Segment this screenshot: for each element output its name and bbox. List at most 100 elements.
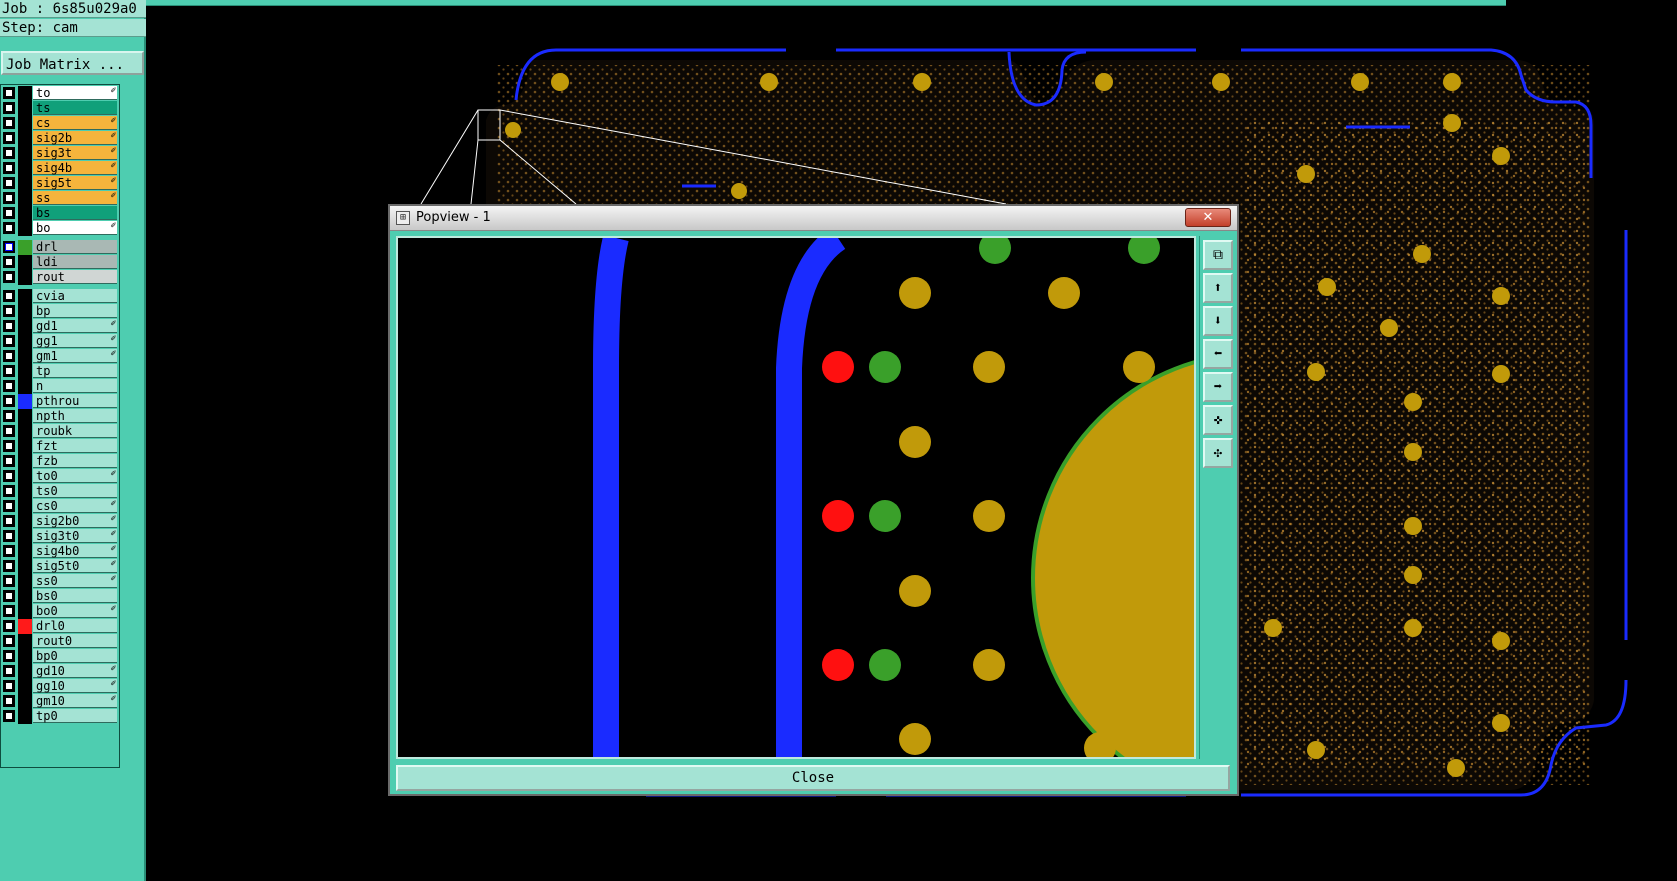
- layer-checkbox[interactable]: [3, 380, 15, 392]
- layer-checkbox[interactable]: [3, 650, 15, 662]
- layer-name[interactable]: bp0: [33, 649, 117, 663]
- layer-name[interactable]: fzt: [33, 439, 117, 453]
- layer-name[interactable]: ts: [33, 101, 117, 115]
- layer-checkbox[interactable]: [3, 575, 15, 587]
- layer-name[interactable]: sig2b0: [33, 514, 117, 528]
- layer-checkbox[interactable]: [3, 162, 15, 174]
- layer-checkbox[interactable]: [3, 290, 15, 302]
- layer-name[interactable]: roubk: [33, 424, 117, 438]
- layer-checkbox[interactable]: [3, 256, 15, 268]
- layer-checkbox[interactable]: [3, 192, 15, 204]
- layer-checkbox[interactable]: [3, 530, 15, 542]
- layer-row-rout0[interactable]: rout0: [2, 634, 118, 649]
- layer-name[interactable]: bo: [33, 221, 117, 235]
- layer-checkbox[interactable]: [3, 320, 15, 332]
- layer-checkbox[interactable]: [3, 395, 15, 407]
- layer-checkbox[interactable]: [3, 305, 15, 317]
- layer-name[interactable]: gg10: [33, 679, 117, 693]
- layer-checkbox[interactable]: [3, 455, 15, 467]
- layer-row-ss0[interactable]: ss0 ✐: [2, 574, 118, 589]
- layer-name[interactable]: sig5t: [33, 176, 117, 190]
- layer-checkbox[interactable]: [3, 485, 15, 497]
- zoom-in-icon[interactable]: ✜: [1203, 405, 1233, 435]
- layer-row-bs[interactable]: bs: [2, 206, 118, 221]
- layer-row-gm1[interactable]: gm1 ✐: [2, 349, 118, 364]
- layer-name[interactable]: to0: [33, 469, 117, 483]
- layer-row-tp[interactable]: tp: [2, 364, 118, 379]
- layer-name[interactable]: sig2b: [33, 131, 117, 145]
- layer-row-rout[interactable]: rout: [2, 270, 118, 285]
- popview-canvas[interactable]: [396, 236, 1196, 759]
- layer-row-tp0[interactable]: tp0: [2, 709, 118, 724]
- layer-checkbox[interactable]: [3, 177, 15, 189]
- layer-name[interactable]: sig5t0: [33, 559, 117, 573]
- layer-checkbox[interactable]: [3, 680, 15, 692]
- layer-row-ts[interactable]: ts: [2, 101, 118, 116]
- zoom-window-icon[interactable]: ⧉: [1203, 240, 1233, 270]
- layer-name[interactable]: bs0: [33, 589, 117, 603]
- layer-name[interactable]: n: [33, 379, 117, 393]
- layer-row-bs0[interactable]: bs0: [2, 589, 118, 604]
- layer-row-fzb[interactable]: fzb: [2, 454, 118, 469]
- layer-name[interactable]: ts0: [33, 484, 117, 498]
- layer-name[interactable]: pthrou: [33, 394, 117, 408]
- layer-name[interactable]: rout: [33, 270, 117, 284]
- layer-name[interactable]: drl0: [33, 619, 117, 633]
- layer-row-sig2b0[interactable]: sig2b0 ✐: [2, 514, 118, 529]
- layer-checkbox[interactable]: [3, 207, 15, 219]
- layer-checkbox[interactable]: [3, 271, 15, 283]
- layer-row-sig3t0[interactable]: sig3t0 ✐: [2, 529, 118, 544]
- layer-row-gg10[interactable]: gg10 ✐: [2, 679, 118, 694]
- layer-checkbox[interactable]: [3, 117, 15, 129]
- layer-name[interactable]: ss: [33, 191, 117, 205]
- layer-name[interactable]: drl: [33, 240, 117, 254]
- layer-name[interactable]: cvia: [33, 289, 117, 303]
- layer-name[interactable]: sig4b: [33, 161, 117, 175]
- layer-name[interactable]: tp: [33, 364, 117, 378]
- layer-row-drl[interactable]: drl: [2, 240, 118, 255]
- layer-name[interactable]: bo0: [33, 604, 117, 618]
- layer-row-sig4b[interactable]: sig4b ✐: [2, 161, 118, 176]
- layer-name[interactable]: cs0: [33, 499, 117, 513]
- layer-row-ss[interactable]: ss ✐: [2, 191, 118, 206]
- layer-row-cvia[interactable]: cvia: [2, 289, 118, 304]
- layer-checkbox[interactable]: [3, 410, 15, 422]
- layer-name[interactable]: npth: [33, 409, 117, 423]
- layer-checkbox[interactable]: [3, 222, 15, 234]
- layer-name[interactable]: gd1: [33, 319, 117, 333]
- layer-row-sig5t0[interactable]: sig5t0 ✐: [2, 559, 118, 574]
- layer-row-to[interactable]: to ✐: [2, 86, 118, 101]
- layer-row-gg1[interactable]: gg1 ✐: [2, 334, 118, 349]
- layer-checkbox[interactable]: [3, 590, 15, 602]
- layer-checkbox[interactable]: [3, 87, 15, 99]
- layer-name[interactable]: cs: [33, 116, 117, 130]
- layer-checkbox[interactable]: [3, 605, 15, 617]
- layer-name[interactable]: ldi: [33, 255, 117, 269]
- layer-name[interactable]: fzb: [33, 454, 117, 468]
- layer-name[interactable]: to: [33, 86, 117, 100]
- close-icon[interactable]: ✕: [1185, 208, 1231, 227]
- layer-name[interactable]: gd10: [33, 664, 117, 678]
- layer-checkbox[interactable]: [3, 350, 15, 362]
- layer-name[interactable]: bs: [33, 206, 117, 220]
- layer-row-bp0[interactable]: bp0: [2, 649, 118, 664]
- layer-checkbox[interactable]: [3, 425, 15, 437]
- move-down-icon[interactable]: ⬇: [1203, 306, 1233, 336]
- layer-name[interactable]: sig3t0: [33, 529, 117, 543]
- layer-checkbox[interactable]: [3, 635, 15, 647]
- layer-checkbox[interactable]: [3, 470, 15, 482]
- move-left-icon[interactable]: ⬅: [1203, 339, 1233, 369]
- layer-row-gd1[interactable]: gd1 ✐: [2, 319, 118, 334]
- layer-row-n[interactable]: n: [2, 379, 118, 394]
- layer-checkbox[interactable]: [3, 515, 15, 527]
- layer-row-bp[interactable]: bp: [2, 304, 118, 319]
- layer-row-ldi[interactable]: ldi: [2, 255, 118, 270]
- layer-name[interactable]: gg1: [33, 334, 117, 348]
- layer-row-gm10[interactable]: gm10 ✐: [2, 694, 118, 709]
- layer-name[interactable]: sig4b0: [33, 544, 117, 558]
- layer-row-sig5t[interactable]: sig5t ✐: [2, 176, 118, 191]
- layer-row-gd10[interactable]: gd10 ✐: [2, 664, 118, 679]
- layer-checkbox[interactable]: [3, 620, 15, 632]
- layer-row-ts0[interactable]: ts0: [2, 484, 118, 499]
- layer-row-to0[interactable]: to0 ✐: [2, 469, 118, 484]
